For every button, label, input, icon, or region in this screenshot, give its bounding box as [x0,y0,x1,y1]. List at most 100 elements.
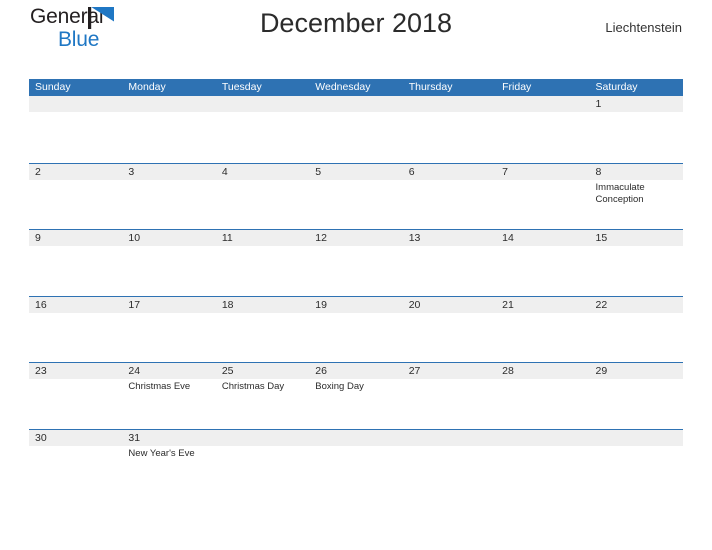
page-title: December 2018 [259,8,453,38]
day-cell[interactable]: 22 [590,297,683,363]
day-cell[interactable]: 23 [29,363,122,429]
day-cell[interactable]: 21 [496,297,589,363]
day-cell[interactable]: 17 [122,297,215,363]
weekday-monday: Monday [128,81,166,93]
day-cell[interactable]: 26 Boxing Day [309,363,402,429]
holiday-label: Boxing Day [315,381,364,392]
day-number: 21 [502,298,514,311]
day-number: 14 [502,232,514,244]
weekday-wednesday: Wednesday [315,81,371,93]
day-number: 18 [221,298,234,311]
day-cell-empty [29,96,122,163]
day-number: 10 [128,232,141,244]
calendar-weeks: 1 2 3 4 5 6 7 8 Immaculate Conception 9 10 11 12 13 14… [29,96,683,495]
weekday-header-row: Sunday Monday Tuesday Wednesday Thursday… [29,79,683,96]
day-number: 22 [595,298,608,311]
day-number: 23 [35,365,47,377]
day-cell-empty [403,430,496,496]
day-cell[interactable]: 30 [29,430,122,496]
weekday-saturday: Saturday [595,81,638,93]
weekday-tuesday: Tuesday [221,81,262,93]
day-cell-empty [496,430,589,496]
day-number: 13 [408,232,421,244]
day-number: 31 [128,431,141,444]
calendar-week-row: 23 24 Christmas Eve 25 Christmas Day 26 Boxing… [29,362,683,429]
day-cell[interactable]: 18 [216,297,309,363]
day-cell-empty [216,430,309,496]
day-cell[interactable]: 14 [496,230,589,296]
calendar-week-row: 2 3 4 5 6 7 8 Immaculate Conception [29,162,683,230]
holiday-label: Christmas Day [221,381,285,392]
day-cell[interactable]: 28 [496,363,589,429]
day-cell[interactable]: 2 [29,164,122,230]
day-cell-empty [403,96,496,163]
day-cell-empty [309,430,402,496]
day-number: 9 [35,232,41,244]
day-cell[interactable]: 1 [590,96,683,163]
week-cells: 2 3 4 5 6 7 8 Immaculate Conception [29,164,683,230]
day-number: 26 [315,365,327,377]
week-cells: 16 17 18 19 20 21 22 [29,297,683,363]
day-number: 8 [595,165,602,178]
calendar-week-row: 1 [29,96,683,163]
day-number: 3 [128,165,135,178]
day-number: 15 [595,232,608,244]
day-cell[interactable]: 3 [122,164,215,230]
day-cell-empty [590,430,683,496]
holiday-label: New Year's Eve [128,447,195,459]
holiday-label: Immaculate Conception [595,181,645,205]
page-header: General Blue December 2018 Liechtenstein [30,0,682,56]
day-cell[interactable]: 7 [496,164,589,230]
day-cell[interactable]: 13 [403,230,496,296]
day-number: 1 [595,98,602,110]
day-number: 19 [315,298,327,311]
day-cell[interactable]: 15 [590,230,683,296]
day-cell-empty [216,96,309,163]
day-cell[interactable]: 27 [403,363,496,429]
day-cell[interactable]: 29 [590,363,683,429]
calendar-week-row: 16 17 18 19 20 21 22 [29,295,683,363]
week-cells: 30 31 New Year's Eve [29,430,683,496]
day-number: 25 [221,365,234,377]
day-cell[interactable]: 10 [122,230,215,296]
day-cell[interactable]: 4 [216,164,309,230]
day-cell[interactable]: 11 [216,230,309,296]
day-cell[interactable]: 19 [309,297,402,363]
day-cell[interactable]: 8 Immaculate Conception [590,164,683,230]
day-cell[interactable]: 16 [29,297,122,363]
month-calendar: Sunday Monday Tuesday Wednesday Thursday… [29,79,683,495]
calendar-week-row: 30 31 New Year's Eve [29,428,683,496]
day-cell[interactable]: 12 [309,230,402,296]
day-cell[interactable]: 24 Christmas Eve [122,363,215,429]
day-cell-empty [496,96,589,163]
week-cells: 23 24 Christmas Eve 25 Christmas Day 26 Boxing… [29,363,683,429]
day-cell[interactable]: 31 New Year's Eve [122,430,215,496]
calendar-week-row: 9 10 11 12 13 14 15 [29,229,683,296]
day-number: 11 [221,232,233,244]
day-number: 16 [35,298,47,311]
day-number: 5 [315,165,322,178]
weekday-friday: Friday [502,81,532,93]
day-number: 2 [35,165,41,178]
day-number: 7 [502,165,508,178]
day-number: 12 [315,232,327,244]
calendar-page: General Blue December 2018 Liechtenstein… [0,0,712,550]
day-cell[interactable]: 5 [309,164,402,230]
day-cell[interactable]: 25 Christmas Day [216,363,309,429]
day-number: 29 [595,365,608,377]
day-number: 4 [221,165,228,178]
day-cell[interactable]: 9 [29,230,122,296]
day-number: 24 [128,365,141,377]
day-number: 28 [502,365,514,377]
day-cell-empty [309,96,402,163]
week-cells: 1 [29,96,683,163]
country-label: Liechtenstein [605,20,682,35]
day-cell-empty [122,96,215,163]
holiday-label: Christmas Eve [128,381,191,392]
day-cell[interactable]: 6 [403,164,496,230]
weekday-thursday: Thursday [408,81,453,93]
day-number: 6 [408,165,415,178]
day-number: 17 [128,298,141,311]
day-number: 30 [35,431,47,444]
day-cell[interactable]: 20 [403,297,496,363]
